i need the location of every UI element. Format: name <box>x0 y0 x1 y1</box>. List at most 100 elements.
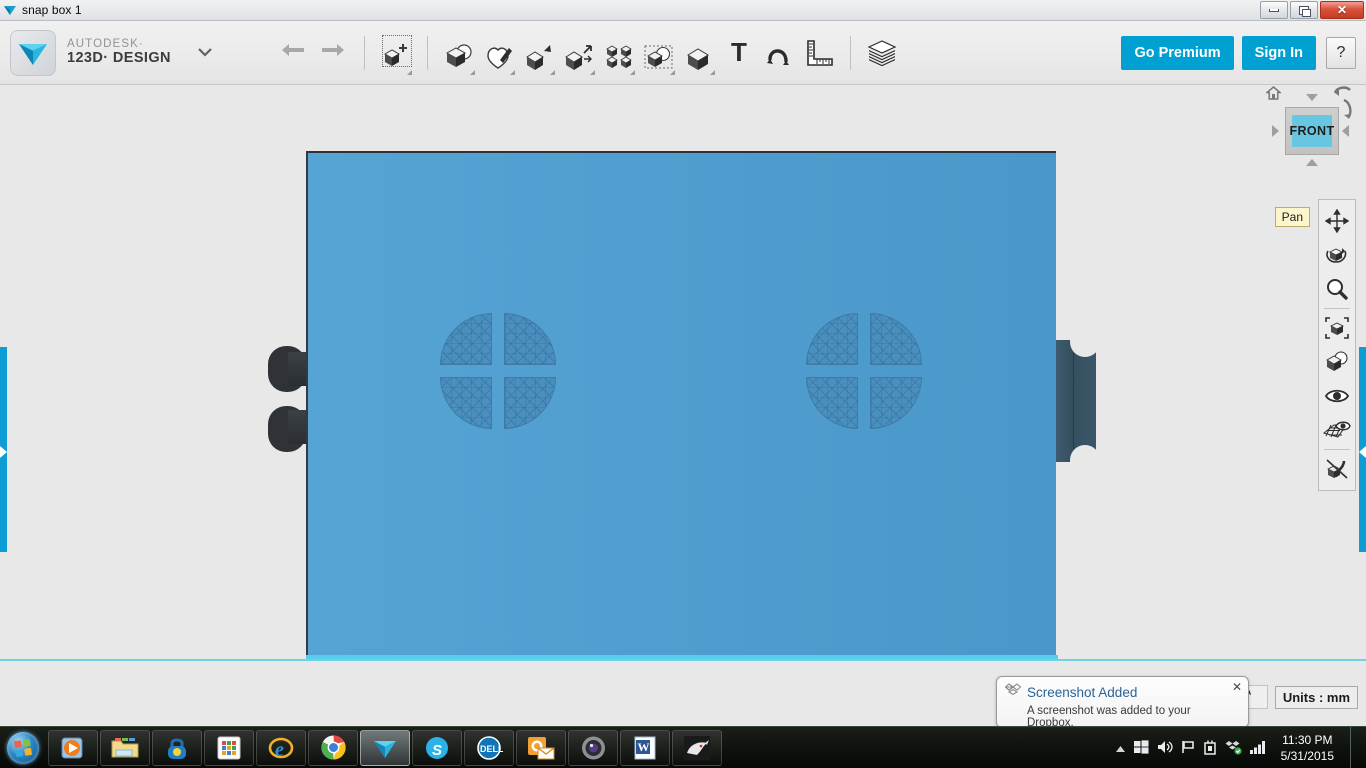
start-button[interactable] <box>0 729 46 767</box>
slot-notch-top <box>1070 340 1100 357</box>
text-tool[interactable]: T <box>719 31 759 75</box>
orbit-tool[interactable] <box>1321 238 1353 272</box>
toast-close-button[interactable]: ✕ <box>1232 680 1242 694</box>
window-title: snap box 1 <box>22 3 82 17</box>
dropbox-notification[interactable]: ✕ Screenshot Added A screenshot was adde… <box>996 676 1249 729</box>
grouping-tool[interactable] <box>639 31 679 75</box>
taskbar-rhino[interactable] <box>672 729 722 766</box>
rotate-cw-icon[interactable] <box>1340 98 1354 125</box>
ruler-icon <box>807 39 833 66</box>
window-title-bar: snap box 1 ✕ <box>0 0 1366 21</box>
sketch-tool[interactable] <box>479 31 519 75</box>
taskbar-file-explorer[interactable] <box>100 729 150 766</box>
chevron-down-icon[interactable] <box>197 45 213 60</box>
taskbar-outlook[interactable] <box>516 729 566 766</box>
modify-tool[interactable] <box>559 31 599 75</box>
help-button[interactable]: ? <box>1326 36 1356 69</box>
home-icon[interactable] <box>1264 86 1283 103</box>
ie-icon: e <box>268 737 294 761</box>
undo-arrow-icon <box>280 41 306 64</box>
text-t-icon: T <box>730 36 747 67</box>
snap-ring-right[interactable] <box>806 313 922 429</box>
construct-tool[interactable] <box>519 31 559 75</box>
fit-tool[interactable] <box>1321 311 1353 345</box>
sign-in-button[interactable]: Sign In <box>1241 35 1316 70</box>
tray-volume[interactable] <box>1157 740 1173 756</box>
taskbar-security[interactable] <box>152 729 202 766</box>
triangle-up-icon[interactable] <box>1306 94 1318 101</box>
taskbar-chrome[interactable] <box>308 729 358 766</box>
media-player-icon <box>61 737 83 758</box>
measure-tool[interactable] <box>799 31 839 75</box>
snap-quadrant-bl <box>440 377 492 429</box>
taskbar-camera[interactable] <box>568 729 618 766</box>
triangle-left-icon[interactable] <box>1272 125 1279 137</box>
solid-box-body[interactable] <box>306 151 1056 655</box>
folder-icon <box>111 737 139 757</box>
visibility-tool[interactable] <box>1321 379 1353 413</box>
brand-line-1: AUTODESK· <box>67 38 144 51</box>
autodesk-123d-logo-icon <box>10 29 56 76</box>
taskbar-app-grid[interactable] <box>204 729 254 766</box>
history-tools <box>273 31 353 75</box>
snap-quadrant-tl <box>806 313 858 365</box>
taskbar-word[interactable]: W <box>620 729 670 766</box>
outlook-icon <box>528 736 555 759</box>
dropbox-icon <box>1004 682 1022 703</box>
autodesk-triangle-icon <box>374 740 396 758</box>
eye-icon <box>1324 389 1350 403</box>
magnet-icon <box>766 48 789 65</box>
taskbar-dell[interactable]: DELL <box>464 729 514 766</box>
undo-button[interactable] <box>273 31 313 75</box>
toast-title: Screenshot Added <box>1027 685 1138 700</box>
display-mode-tool[interactable] <box>1321 345 1353 379</box>
material-tool[interactable] <box>862 31 902 75</box>
tray-dropbox[interactable] <box>1225 740 1242 757</box>
combine-tool[interactable] <box>679 31 719 75</box>
pattern-tool[interactable] <box>599 31 639 75</box>
snap-toggle-tool[interactable] <box>1321 452 1353 486</box>
tool-submenu-corner <box>709 69 715 75</box>
nav-divider-2 <box>1324 449 1350 450</box>
view-cube-front-face[interactable]: FRONT <box>1285 107 1339 155</box>
svg-text:S: S <box>432 742 442 759</box>
slot-block-right[interactable] <box>1056 340 1100 462</box>
taskbar-clock[interactable]: 11:30 PM 5/31/2015 <box>1275 732 1342 764</box>
tool-submenu-corner <box>509 69 515 75</box>
close-icon: ✕ <box>1336 3 1348 17</box>
transform-tool[interactable] <box>376 31 416 75</box>
snap-quadrant-tl <box>440 313 492 365</box>
zoom-tool[interactable] <box>1321 272 1353 306</box>
tray-action-center[interactable] <box>1181 740 1195 756</box>
orbit-cube-icon <box>1326 248 1347 263</box>
grid-view-tool[interactable] <box>1321 413 1353 447</box>
snap-tool[interactable] <box>759 31 799 75</box>
tray-power[interactable] <box>1203 740 1217 757</box>
triangle-right-icon[interactable] <box>1342 125 1349 137</box>
taskbar-media-player[interactable] <box>48 729 98 766</box>
snap-ring-left[interactable] <box>440 313 556 429</box>
tray-network[interactable] <box>1249 740 1267 756</box>
tray-windows[interactable] <box>1133 740 1149 756</box>
pan-tool[interactable] <box>1321 204 1353 238</box>
close-button[interactable]: ✕ <box>1320 1 1364 19</box>
triangle-down-icon[interactable] <box>1306 159 1318 166</box>
taskbar-skype[interactable]: S <box>412 729 462 766</box>
brand-block: AUTODESK· 123D· DESIGN <box>0 29 213 76</box>
show-desktop-button[interactable] <box>1350 727 1360 768</box>
taskbar-internet-explorer[interactable]: e <box>256 729 306 766</box>
restore-button[interactable] <box>1290 1 1318 19</box>
clock-time: 11:30 PM <box>1282 732 1333 747</box>
primitives-tool[interactable] <box>439 31 479 75</box>
view-cube[interactable]: FRONT <box>1258 85 1354 175</box>
taskbar-123d-design[interactable] <box>360 729 410 766</box>
tray-show-hidden[interactable] <box>1115 742 1126 755</box>
go-premium-button[interactable]: Go Premium <box>1121 35 1234 70</box>
units-status[interactable]: Units : mm <box>1274 686 1358 709</box>
window-controls: ✕ <box>1260 1 1364 19</box>
viewport-canvas[interactable]: FRONT Pan <box>0 85 1366 680</box>
snap-quadrant-tr <box>504 313 556 365</box>
tool-submenu-corner <box>589 69 595 75</box>
redo-button[interactable] <box>313 31 353 75</box>
minimize-button[interactable] <box>1260 1 1288 19</box>
